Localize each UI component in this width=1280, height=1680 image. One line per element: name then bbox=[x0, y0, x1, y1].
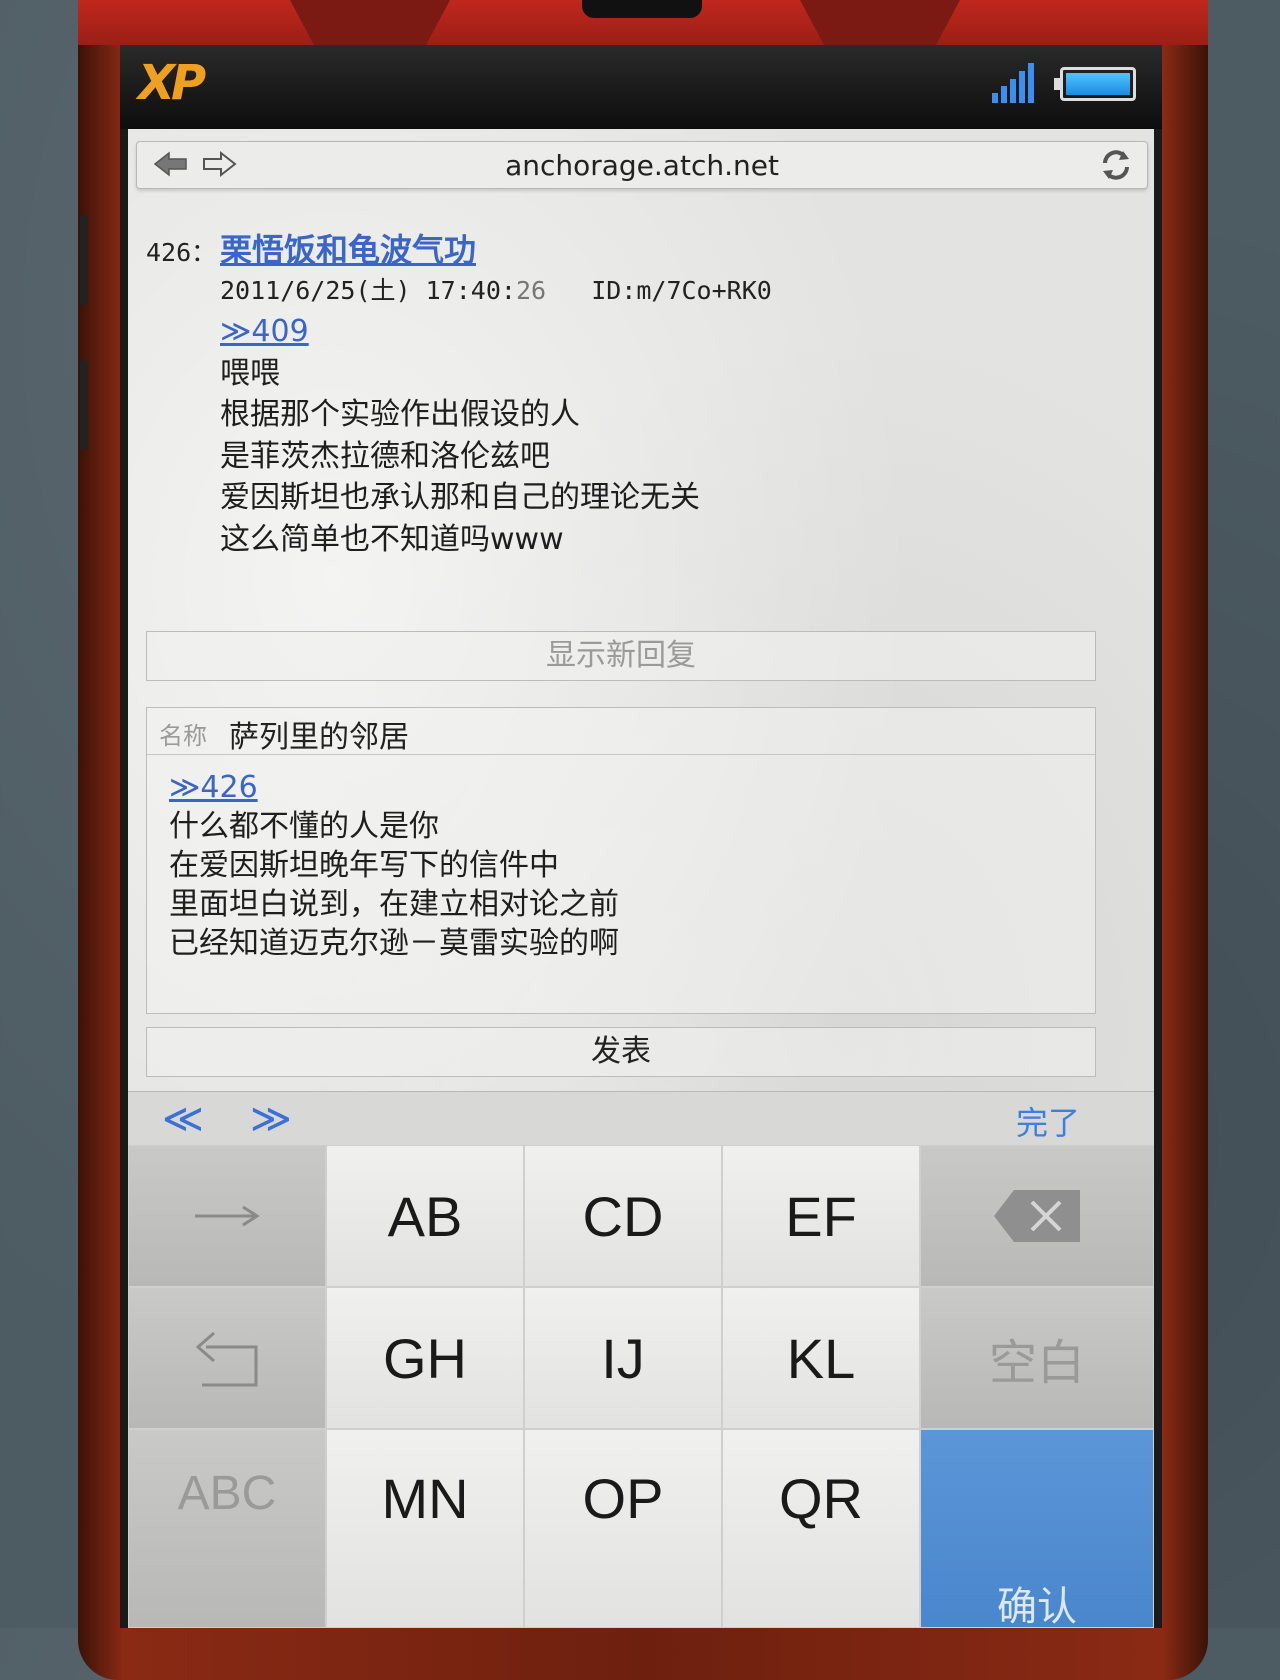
post-date: 2011/6/25(土) 17:40: bbox=[220, 276, 516, 305]
post-body: ≫409 喂喂 根据那个实验作出假设的人 是菲茨杰拉德和洛伦兹吧 爱因斯坦也承认… bbox=[220, 311, 700, 560]
browser-content: anchorage.atch.net 426： 栗悟饭和龟波气功 2011/6/… bbox=[128, 129, 1154, 1628]
backspace-icon bbox=[994, 1190, 1080, 1242]
post-line: 喂喂 bbox=[220, 355, 280, 391]
show-new-replies-button[interactable]: 显示新回复 bbox=[146, 631, 1096, 681]
key-cd[interactable]: CD bbox=[524, 1145, 722, 1287]
url-text[interactable]: anchorage.atch.net bbox=[137, 149, 1147, 182]
message-line: 里面坦白说到，在建立相对论之前 bbox=[169, 887, 619, 922]
post-line: 爱因斯坦也承认那和自己的理论无关 bbox=[220, 480, 700, 515]
reply-form: 名称 萨列里的邻居 ≫426 什么都不懂的人是你 在爱因斯坦晚年写下的信件中 里… bbox=[146, 707, 1096, 1014]
message-textarea[interactable]: ≫426 什么都不懂的人是你 在爱因斯坦晚年写下的信件中 里面坦白说到，在建立相… bbox=[169, 768, 619, 963]
phone-screen: XP anchorage.atch.net 426： 栗悟饭和龟波气功 2011… bbox=[120, 45, 1162, 1628]
previous-field-button[interactable]: ≪ bbox=[162, 1096, 204, 1142]
reload-icon[interactable] bbox=[1097, 146, 1135, 184]
message-line: 已经知道迈克尔逊－莫雷实验的啊 bbox=[169, 926, 619, 961]
backspace-key[interactable] bbox=[920, 1145, 1154, 1287]
post-line: 这么简单也不知道吗www bbox=[220, 521, 564, 557]
phone-notch-left bbox=[290, 0, 450, 45]
keyboard: AB CD EF GH IJ KL 空白 ABC MN OP QR 确认 bbox=[128, 1145, 1154, 1628]
space-key[interactable]: 空白 bbox=[920, 1287, 1154, 1429]
xp-logo: XP bbox=[138, 55, 206, 111]
cursor-right-key[interactable] bbox=[128, 1145, 326, 1287]
undo-key[interactable] bbox=[128, 1287, 326, 1429]
key-qr[interactable]: QR bbox=[722, 1429, 920, 1628]
post-line: 是菲茨杰拉德和洛伦兹吧 bbox=[220, 438, 550, 474]
form-reply-link[interactable]: ≫426 bbox=[169, 768, 619, 807]
post-seconds: 26 bbox=[515, 276, 547, 305]
key-gh[interactable]: GH bbox=[326, 1287, 524, 1429]
key-mn[interactable]: MN bbox=[326, 1429, 524, 1628]
name-field[interactable]: 名称 萨列里的邻居 bbox=[147, 708, 1095, 755]
volume-down-button[interactable] bbox=[80, 360, 88, 450]
volume-up-button[interactable] bbox=[80, 215, 88, 305]
status-bar: XP bbox=[120, 45, 1162, 129]
mode-switch-key[interactable]: ABC bbox=[128, 1429, 326, 1628]
url-bar[interactable]: anchorage.atch.net bbox=[136, 141, 1148, 189]
message-line: 在爱因斯坦晚年写下的信件中 bbox=[169, 848, 559, 883]
message-line: 什么都不懂的人是你 bbox=[169, 809, 439, 844]
post-number: 426： bbox=[146, 238, 217, 267]
confirm-key[interactable]: 确认 bbox=[920, 1429, 1154, 1628]
key-kl[interactable]: KL bbox=[722, 1287, 920, 1429]
signal-icon bbox=[992, 63, 1034, 103]
key-op[interactable]: OP bbox=[524, 1429, 722, 1628]
key-ab[interactable]: AB bbox=[326, 1145, 524, 1287]
name-label: 名称 bbox=[159, 722, 207, 750]
done-button[interactable]: 完了 bbox=[1016, 1098, 1080, 1144]
post-meta: 2011/6/25(土) 17:40:26 ID:m/7Co+RK0 bbox=[220, 271, 772, 307]
post-author-link[interactable]: 栗悟饭和龟波气功 bbox=[220, 225, 476, 271]
post-id: ID:m/7Co+RK0 bbox=[591, 276, 772, 305]
battery-icon bbox=[1054, 67, 1136, 101]
arrow-right-icon bbox=[195, 1205, 260, 1227]
post-reply-link[interactable]: ≫409 bbox=[220, 311, 700, 353]
next-field-button[interactable]: ≫ bbox=[250, 1096, 292, 1142]
keyboard-toolbar: ≪ ≫ 完了 bbox=[128, 1091, 1154, 1146]
post-line: 根据那个实验作出假设的人 bbox=[220, 397, 580, 432]
key-ef[interactable]: EF bbox=[722, 1145, 920, 1287]
phone-notch-right bbox=[800, 0, 960, 45]
undo-icon bbox=[195, 1331, 258, 1387]
phone-speaker bbox=[582, 0, 702, 18]
name-input[interactable]: 萨列里的邻居 bbox=[229, 712, 409, 756]
submit-button[interactable]: 发表 bbox=[146, 1027, 1096, 1077]
key-ij[interactable]: IJ bbox=[524, 1287, 722, 1429]
